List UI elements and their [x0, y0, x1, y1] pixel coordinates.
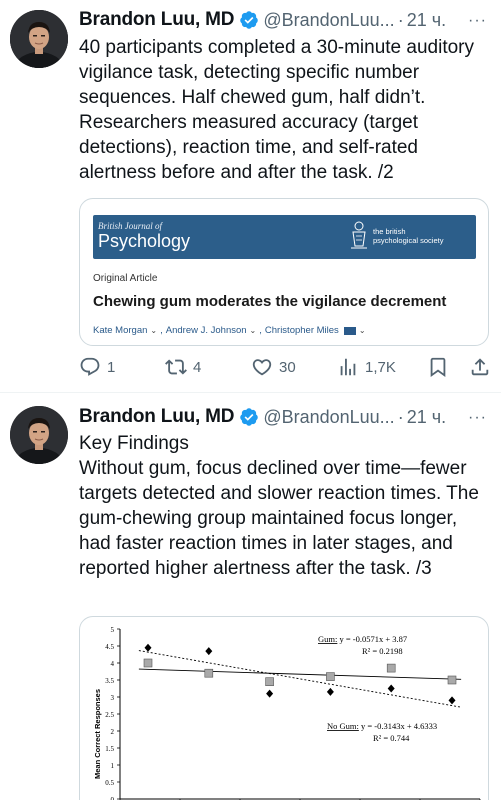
no-gum-r-squared: R² = 0.744 — [373, 733, 410, 743]
timestamp[interactable]: 21 ч. — [407, 407, 446, 428]
gum-trendline — [138, 668, 462, 680]
tweet-header: Brandon Luu, MD @BrandonLuu... · 21 ч. — [79, 8, 446, 32]
timestamp[interactable]: 21 ч. — [407, 10, 446, 31]
author-handle[interactable]: @BrandonLuu... — [263, 10, 394, 31]
verified-badge-icon — [240, 11, 259, 29]
gum-point — [204, 668, 214, 678]
y-tick-label: 5 — [111, 626, 115, 634]
no-gum-point — [448, 696, 456, 705]
author-link[interactable]: Kate Morgan — [93, 325, 147, 336]
journal-name-small: British Journal of — [98, 221, 163, 231]
gum-point — [143, 658, 153, 668]
author-avatar[interactable] — [10, 10, 68, 68]
share-icon — [471, 358, 489, 376]
chevron-down-icon: ⌄ — [358, 326, 366, 335]
verified-badge-icon — [240, 408, 259, 426]
no-gum-point — [387, 684, 395, 693]
bookmark-button[interactable] — [427, 356, 449, 378]
more-options-button[interactable]: ··· — [468, 12, 487, 30]
chart-image-card[interactable]: 0 0.5 1 1.5 2 2.5 3 3.5 4 4.5 5 Mean Correct Respon… — [79, 616, 489, 800]
tweet-actions: 1 4 30 1,7K — [79, 356, 493, 378]
share-button[interactable] — [469, 356, 491, 378]
no-gum-point — [144, 643, 152, 652]
avatar-photo-icon — [10, 10, 68, 68]
view-count: 1,7K — [365, 358, 396, 376]
separator-dot: · — [397, 406, 404, 427]
journal-banner: British Journal of Psychology the britis… — [93, 215, 476, 259]
author-handle[interactable]: @BrandonLuu... — [263, 407, 394, 428]
y-tick-label: 4.5 — [105, 643, 114, 651]
no-gum-trendline — [138, 650, 462, 708]
retweet-icon — [165, 359, 187, 375]
gum-point — [386, 663, 396, 673]
article-authors: Kate Morgan ⌄, Andrew J. Johnson ⌄, Chri… — [93, 325, 366, 336]
gum-point — [265, 677, 274, 687]
views-button[interactable]: 1,7K — [337, 356, 396, 378]
like-button[interactable]: 30 — [251, 356, 296, 378]
no-gum-equation: No Gum: y = -0.3143x + 4.6333 — [327, 721, 437, 731]
author-avatar[interactable] — [10, 406, 68, 464]
chevron-down-icon: ⌄ — [249, 326, 257, 335]
tweet-header: Brandon Luu, MD @BrandonLuu... · 21 ч. — [79, 405, 446, 429]
retweet-count: 4 — [193, 358, 202, 376]
y-tick-label: 3.5 — [105, 677, 114, 685]
y-axis-label: Mean Correct Responses — [93, 689, 102, 779]
journal-name: Psychology — [98, 231, 191, 251]
y-tick-label: 0.5 — [105, 779, 114, 787]
heart-icon — [252, 359, 272, 376]
tweet-1[interactable]: Brandon Luu, MD @BrandonLuu... · 21 ч. ·… — [0, 0, 501, 392]
y-tick-label: 4 — [111, 660, 115, 668]
retweet-button[interactable]: 4 — [165, 356, 201, 378]
gum-equation: Gum: y = -0.0571x + 3.87 — [318, 634, 407, 644]
reply-count: 1 — [107, 358, 116, 376]
author-link[interactable]: Andrew J. Johnson — [166, 325, 247, 336]
no-gum-point — [326, 687, 334, 696]
gum-point — [447, 675, 457, 685]
y-tick-label: 0 — [111, 796, 115, 800]
no-gum-point — [205, 647, 213, 656]
author-name[interactable]: Brandon Luu, MD — [79, 9, 235, 31]
y-tick-label: 1.5 — [105, 745, 114, 753]
avatar-photo-icon — [10, 406, 68, 464]
society-name: the british psychological society — [373, 227, 444, 245]
gum-r-squared: R² = 0.2198 — [362, 646, 403, 656]
y-tick-label: 2 — [111, 728, 115, 736]
chevron-down-icon: ⌄ — [150, 326, 158, 335]
scatter-chart: 0 0.5 1 1.5 2 2.5 3 3.5 4 4.5 5 Mean Correct Respon… — [93, 626, 481, 800]
society-crest-icon — [351, 221, 367, 249]
reply-button[interactable]: 1 — [79, 356, 115, 378]
gum-point — [326, 672, 335, 681]
y-tick-label: 2.5 — [105, 711, 114, 719]
article-type: Original Article — [93, 273, 158, 284]
tweet-text: 40 participants completed a 30-minute au… — [79, 37, 475, 183]
bookmark-icon — [430, 357, 446, 378]
views-chart-icon — [340, 358, 356, 376]
y-tick-label: 1 — [111, 762, 115, 770]
reply-icon — [80, 357, 100, 376]
separator-dot: · — [397, 9, 404, 30]
no-gum-point — [266, 689, 274, 698]
link-preview-card[interactable]: British Journal of Psychology the britis… — [79, 198, 489, 346]
y-tick-label: 3 — [111, 694, 115, 702]
author-name[interactable]: Brandon Luu, MD — [79, 406, 235, 428]
like-count: 30 — [279, 358, 296, 376]
more-options-button[interactable]: ··· — [468, 409, 487, 427]
article-title: Chewing gum moderates the vigilance decr… — [93, 293, 447, 310]
mail-icon — [343, 326, 356, 335]
tweet-text: Key Findings Without gum, focus declined… — [79, 433, 479, 579]
author-link[interactable]: Christopher Miles — [265, 325, 339, 336]
